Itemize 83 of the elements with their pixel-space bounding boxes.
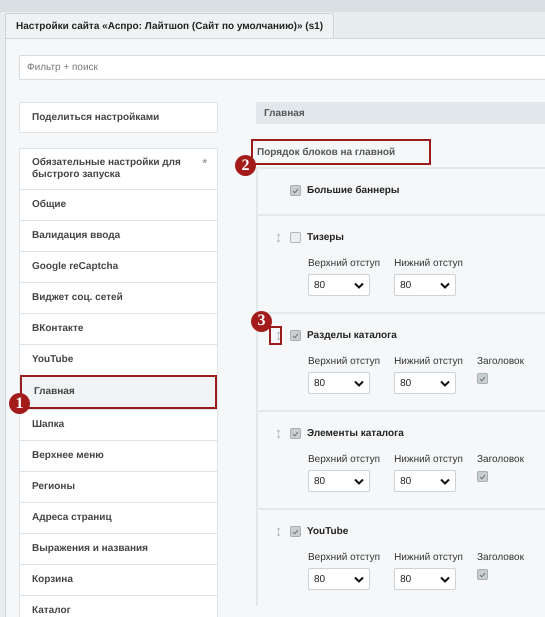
field-label: Нижний отступ <box>394 453 463 467</box>
sidebar-item-label: Валидация ввода <box>32 230 122 242</box>
drag-handle-icon[interactable] <box>276 526 280 536</box>
checkmark-icon <box>292 430 299 436</box>
chevron-down-icon <box>354 380 364 386</box>
checkmark-icon <box>478 572 486 578</box>
checkbox[interactable] <box>290 185 301 196</box>
checkbox[interactable] <box>290 526 301 537</box>
sidebar-item-label: Обязательные настройки для быстрого запуска <box>32 157 182 181</box>
checkbox[interactable] <box>290 428 301 439</box>
checkbox[interactable] <box>290 232 301 243</box>
checkbox[interactable] <box>476 373 488 384</box>
field-label: Нижний отступ <box>394 551 463 565</box>
chevron-down-icon <box>440 478 450 484</box>
select-field[interactable]: 80 <box>308 274 370 296</box>
sidebar-item-label: Выражения и названия <box>32 543 149 555</box>
field-label: Верхний отступ <box>308 551 380 565</box>
sidebar-item-label: ВКонтакте <box>32 323 84 335</box>
checkmark-icon <box>478 376 486 382</box>
sidebar-item-label: Google reCaptcha <box>32 261 120 273</box>
block-label: Элементы каталога <box>307 427 404 441</box>
checkbox[interactable] <box>476 569 488 580</box>
callout-badge: 1 <box>9 393 30 414</box>
drag-handle-icon[interactable] <box>276 428 280 438</box>
section-title: Порядок блоков на главной <box>257 146 396 160</box>
select-value: 80 <box>314 376 326 390</box>
section-header: Главная <box>256 102 545 124</box>
field-label: Нижний отступ <box>394 257 463 271</box>
sidebar-item-label: Каталог <box>32 605 72 617</box>
sidebar-item-label: Виджет соц. сетей <box>32 292 124 304</box>
select-value: 80 <box>314 474 326 488</box>
share-settings-button[interactable]: Поделиться настройками <box>19 102 218 133</box>
sidebar-item-label: YouTube <box>32 354 74 366</box>
chevron-down-icon <box>440 282 450 288</box>
field-label: Заголовок <box>476 355 524 369</box>
tab[interactable]: Настройки сайта «Аспро: Лайтшоп (Сайт по умолчанию)» (s1) <box>5 13 334 38</box>
field-label: Верхний отступ <box>308 453 380 467</box>
chevron-down-icon <box>354 282 364 288</box>
sidebar-item-label: Общие <box>32 199 68 211</box>
chevron-down-icon <box>354 478 364 484</box>
field-label: Нижний отступ <box>394 355 463 369</box>
checkmark-icon <box>478 474 486 480</box>
chevron-down-icon <box>440 380 450 386</box>
sidebar-item-label: Адреса страниц <box>32 512 113 524</box>
sidebar-item-label: Шапка <box>32 419 66 431</box>
checkmark-icon <box>292 332 299 338</box>
select-value: 80 <box>314 572 326 586</box>
field-label: Верхний отступ <box>308 257 380 271</box>
checkmark-icon <box>292 188 299 194</box>
select-field[interactable]: 80 <box>394 274 456 296</box>
select-field[interactable]: 80 <box>308 372 370 394</box>
callout-badge: 3 <box>251 310 272 332</box>
sidebar-item-label: Регионы <box>32 481 76 493</box>
field-label: Заголовок <box>476 551 524 565</box>
field-label: Верхний отступ <box>308 355 380 369</box>
select-value: 80 <box>400 572 412 586</box>
select-value: 80 <box>400 278 412 292</box>
drag-handle-icon[interactable] <box>276 330 280 340</box>
required-mark: * <box>202 157 207 169</box>
callout-badge: 2 <box>235 155 256 176</box>
sidebar-item-label: Верхнее меню <box>32 450 105 462</box>
sidebar-item-label: Главная <box>34 386 76 398</box>
select-field[interactable]: 80 <box>308 568 370 590</box>
select-field[interactable]: 80 <box>394 568 456 590</box>
select-value: 80 <box>400 376 412 390</box>
select-field[interactable]: 80 <box>394 372 456 394</box>
checkmark-icon <box>292 528 299 534</box>
block-label: YouTube <box>307 525 348 539</box>
select-field[interactable]: 80 <box>394 470 456 492</box>
chevron-down-icon <box>354 576 364 582</box>
select-value: 80 <box>314 278 326 292</box>
block-label: Разделы каталога <box>307 329 397 343</box>
field-label: Заголовок <box>476 453 524 467</box>
chevron-down-icon <box>440 576 450 582</box>
select-value: 80 <box>400 474 412 488</box>
select-field[interactable]: 80 <box>308 470 370 492</box>
checkbox[interactable] <box>476 471 488 482</box>
drag-handle-icon[interactable] <box>276 232 280 242</box>
block-label: Тизеры <box>307 231 344 245</box>
checkbox[interactable] <box>290 330 301 341</box>
sidebar-item-label: Корзина <box>32 574 74 586</box>
block-label: Большие баннеры <box>307 184 400 198</box>
search-field[interactable]: Фильтр + поиск <box>19 55 545 80</box>
